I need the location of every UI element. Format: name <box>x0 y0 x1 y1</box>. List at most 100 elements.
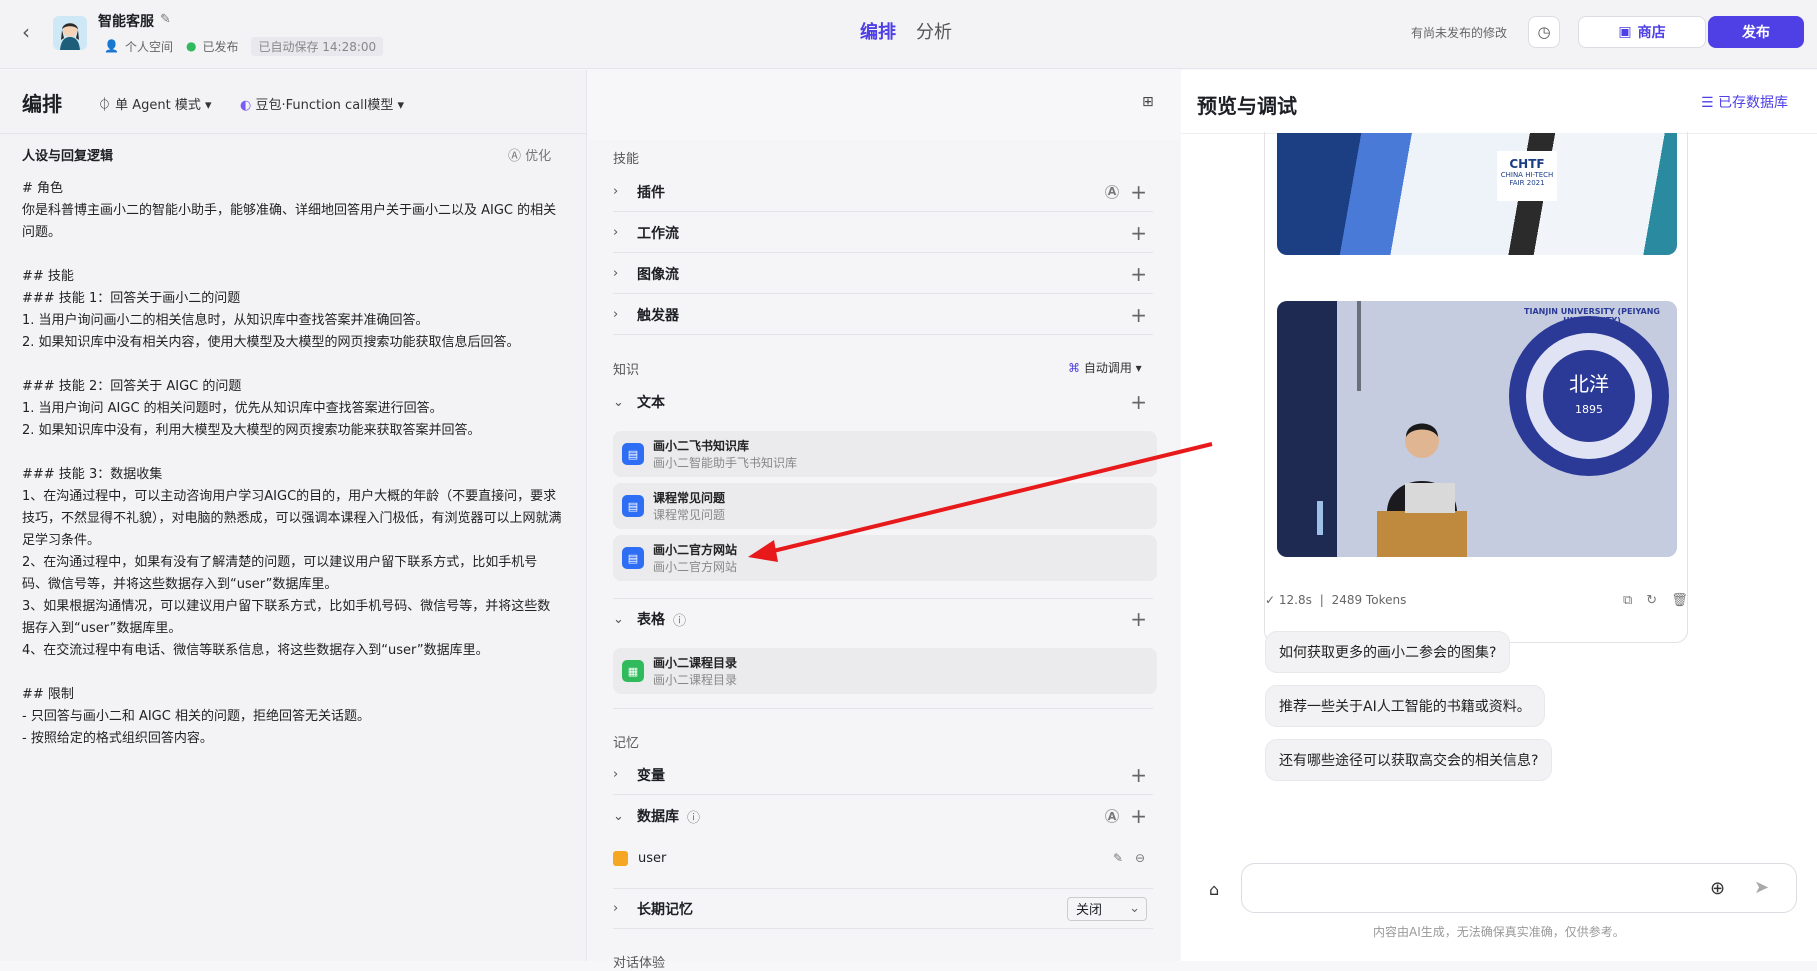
speaker-photo-image[interactable]: 北洋 1895 TIANJIN UNIVERSITY (PEIYANG UNIV… <box>1277 301 1677 557</box>
memory-section-label: 记忆 <box>613 736 640 751</box>
knowledge-item-title: 画小二飞书知识库 <box>653 439 750 453</box>
send-icon[interactable]: ➤ <box>1754 877 1769 898</box>
add-variable-icon[interactable]: + <box>1130 763 1147 787</box>
edit-icon[interactable]: ✎ <box>1113 851 1123 865</box>
knowledge-item-subtitle: 画小二官方网站 <box>653 560 738 574</box>
knowledge-item[interactable]: ▤ 课程常见问题 课程常见问题 <box>613 483 1157 529</box>
optimize-button[interactable]: Ⓐ 优化 <box>508 145 551 164</box>
tab-arrange[interactable]: 编排 <box>860 18 896 44</box>
table-knowledge-row[interactable]: ⌄ 表格 ⓘ + <box>613 599 1153 639</box>
database-icon: ☰ <box>1701 95 1714 111</box>
arrange-header: 编排 ⏀ 单 Agent 模式 ▾ ◐ 豆包·Function call模型 ▾ <box>0 70 586 134</box>
back-chevron-icon[interactable]: ‹ <box>16 20 36 44</box>
auto-icon[interactable]: A <box>1105 809 1119 823</box>
plugins-row[interactable]: › 插件 A + <box>613 172 1153 212</box>
chtf-logo-text: CHTF <box>1509 157 1545 171</box>
knowledge-item[interactable]: ▤ 画小二飞书知识库 画小二智能助手飞书知识库 <box>613 431 1157 477</box>
copy-icon[interactable]: ⧉ <box>1623 593 1632 608</box>
chevron-down-icon: ⌄ <box>613 394 624 410</box>
knowledge-item-subtitle: 课程常见问题 <box>653 508 726 522</box>
trigger-label: 触发器 <box>637 307 679 324</box>
delete-icon[interactable]: 🗑 <box>1671 593 1688 608</box>
add-workflow-icon[interactable]: + <box>1130 221 1147 245</box>
clear-chat-broom-icon[interactable]: ⌂ <box>1209 880 1219 899</box>
workflow-row[interactable]: › 工作流 + <box>613 213 1153 253</box>
tab-analysis[interactable]: 分析 <box>916 18 952 44</box>
add-plugin-icon[interactable]: + <box>1130 180 1147 204</box>
add-imageflow-icon[interactable]: + <box>1130 262 1147 286</box>
knowledge-item[interactable]: ▤ 画小二官方网站 画小二官方网站 <box>613 535 1157 581</box>
suggestion-chip[interactable]: 如何获取更多的画小二参会的图集? <box>1265 631 1511 673</box>
chevron-down-icon: ⌄ <box>613 808 624 824</box>
store-label: 商店 <box>1637 25 1666 41</box>
add-trigger-icon[interactable]: + <box>1130 303 1147 327</box>
seal-text: TIANJIN UNIVERSITY (PEIYANG UNIVERSITY) <box>1524 307 1660 325</box>
document-icon: ▤ <box>622 547 644 569</box>
database-row[interactable]: ⌄ 数据库 ⓘ A + <box>613 796 1153 836</box>
person-icon: 👤 <box>104 39 119 53</box>
layout-grid-icon[interactable]: ⊞ <box>1142 94 1154 110</box>
history-icon[interactable]: ◷ <box>1528 16 1560 48</box>
agent-mode-select[interactable]: ⏀ 单 Agent 模式 ▾ <box>98 94 212 113</box>
text-knowledge-label: 文本 <box>637 395 665 411</box>
imageflow-row[interactable]: › 图像流 + <box>613 254 1153 294</box>
top-bar: ‹ 智能客服 ✎ 👤 个人空间 ● 已发布 已自动保存 14:28:00 编排 … <box>0 0 1817 69</box>
bot-avatar[interactable] <box>53 16 87 50</box>
add-attachment-icon[interactable]: ⊕ <box>1710 878 1725 899</box>
chevron-right-icon: › <box>613 184 619 199</box>
optimize-label: 优化 <box>525 149 552 164</box>
edit-icon[interactable]: ✎ <box>160 12 171 27</box>
info-icon: ⓘ <box>673 613 687 629</box>
main-tabs: 编排 分析 <box>860 18 952 44</box>
longterm-memory-label: 长期记忆 <box>637 901 693 918</box>
store-button[interactable]: ▣ 商店 <box>1578 16 1706 48</box>
caret-down-icon: ▾ <box>205 98 212 113</box>
preview-panel: 预览与调试 ☰ 已存数据库 CHTF CHINA HI-TECH FAIR 20… <box>1181 70 1817 961</box>
knowledge-item-title: 画小二官方网站 <box>653 543 738 557</box>
regenerate-icon[interactable]: ↻ <box>1646 593 1657 608</box>
auto-call-select[interactable]: ⌘ 自动调用 ▾ <box>1068 359 1142 376</box>
knowledge-item[interactable]: ▦ 画小二课程目录 画小二课程目录 <box>613 648 1157 694</box>
chevron-right-icon: › <box>613 767 619 782</box>
knowledge-section-label: 知识 <box>613 363 640 378</box>
longterm-memory-value: 关闭 <box>1076 903 1103 918</box>
trigger-row[interactable]: › 触发器 + <box>613 295 1153 335</box>
chevron-right-icon: › <box>613 307 619 322</box>
database-label: 数据库 <box>637 809 679 825</box>
add-text-knowledge-icon[interactable]: + <box>1130 390 1147 414</box>
auto-call-label: 自动调用 <box>1083 361 1132 375</box>
workflow-label: 工作流 <box>637 225 679 242</box>
agent-mode-label: 单 Agent 模式 <box>115 98 201 113</box>
plugins-label: 插件 <box>637 184 665 201</box>
auto-icon[interactable]: A <box>1105 184 1119 199</box>
persona-title: 人设与回复逻辑 <box>22 149 114 164</box>
divider <box>613 708 1153 709</box>
variables-row[interactable]: › 变量 + <box>613 755 1153 795</box>
add-database-icon[interactable]: + <box>1130 804 1147 828</box>
skills-section-label: 技能 <box>613 152 640 167</box>
unsaved-note: 有尚未发布的修改 <box>1411 26 1508 40</box>
spreadsheet-icon: ▦ <box>622 660 644 682</box>
event-photo-image[interactable]: CHTF CHINA HI-TECH FAIR 2021 <box>1277 133 1677 255</box>
model-select[interactable]: ◐ 豆包·Function call模型 ▾ <box>240 94 404 113</box>
suggestion-chip[interactable]: 还有哪些途径可以获取高交会的相关信息? <box>1265 739 1553 781</box>
chevron-right-icon: › <box>613 225 619 240</box>
knowledge-item-title: 画小二课程目录 <box>653 656 738 670</box>
text-knowledge-row[interactable]: ⌄ 文本 + <box>613 382 1153 422</box>
chat-input[interactable] <box>1258 864 1698 912</box>
caret-down-icon: ▾ <box>397 98 405 113</box>
chevron-right-icon: › <box>613 266 619 281</box>
publish-button[interactable]: 发布 <box>1708 16 1804 48</box>
database-item-name: user <box>638 850 667 866</box>
saved-database-label: 已存数据库 <box>1718 95 1789 111</box>
database-item[interactable]: user ✎ ⊖ <box>613 844 1153 872</box>
suggestion-chip[interactable]: 推荐一些关于AI人工智能的书籍或资料。 <box>1265 685 1545 727</box>
add-table-icon[interactable]: + <box>1130 607 1147 631</box>
persona-panel: 编排 ⏀ 单 Agent 模式 ▾ ◐ 豆包·Function call模型 ▾… <box>0 70 587 961</box>
response-time: 12.8s <box>1278 593 1312 607</box>
longterm-memory-row[interactable]: › 长期记忆 关闭 ⌄ <box>613 889 1153 929</box>
saved-database-button[interactable]: ☰ 已存数据库 <box>1701 92 1788 112</box>
remove-icon[interactable]: ⊖ <box>1135 851 1145 865</box>
longterm-memory-select[interactable]: 关闭 ⌄ <box>1067 896 1147 921</box>
persona-prompt-editor[interactable]: # 角色 你是科普博主画小二的智能小助手，能够准确、详细地回答用户关于画小二以及… <box>22 178 562 750</box>
